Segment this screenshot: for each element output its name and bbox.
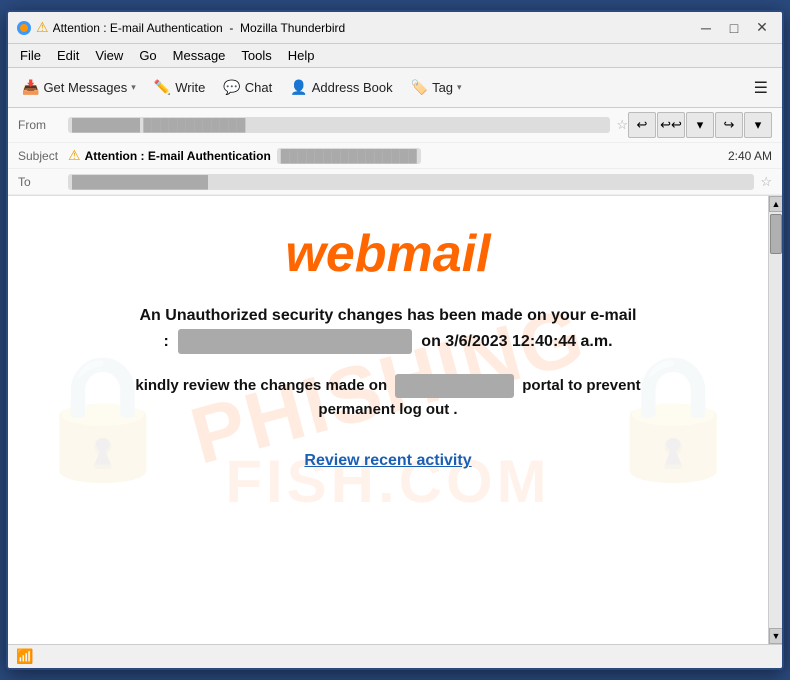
to-value: ████████████████ — [68, 174, 754, 190]
write-icon: ✏️ — [154, 79, 171, 96]
secondary-text: kindly review the changes made on ██████… — [48, 374, 728, 422]
chat-icon: 💬 — [223, 79, 240, 96]
menu-view[interactable]: View — [87, 46, 131, 65]
menu-go[interactable]: Go — [131, 46, 164, 65]
maximize-button[interactable]: □ — [722, 18, 746, 38]
window-controls: ─ □ ✕ — [694, 18, 774, 38]
write-label: Write — [175, 80, 205, 95]
to-row: To ████████████████ ☆ — [8, 169, 782, 195]
email-body-wrapper: 🔒 🔒 PHISHING FISH.COM webmail An Unautho… — [8, 196, 782, 644]
menu-tools[interactable]: Tools — [233, 46, 279, 65]
secondary-suffix: portal to prevent — [522, 377, 640, 394]
menubar: File Edit View Go Message Tools Help — [8, 44, 782, 68]
to-star-icon[interactable]: ☆ — [760, 174, 772, 190]
statusbar: 📶 — [8, 644, 782, 668]
thunderbird-icon — [16, 20, 32, 36]
nav-dropdown-button[interactable]: ▾ — [686, 112, 714, 138]
reply-button[interactable]: ↩↩ — [657, 112, 685, 138]
hamburger-button[interactable]: ☰ — [746, 74, 776, 102]
main-text: An Unauthorized security changes has bee… — [48, 303, 728, 354]
main-window: ⚠ Attention : E-mail Authentication - Mo… — [6, 10, 784, 670]
subject-text: Attention : E-mail Authentication — [85, 149, 271, 163]
write-button[interactable]: ✏️ Write — [146, 75, 214, 100]
from-value: ████████ ████████████ — [68, 117, 610, 133]
toolbar: 📥 Get Messages ▾ ✏️ Write 💬 Chat 👤 Addre… — [8, 68, 782, 108]
back-button[interactable]: ↩ — [628, 112, 656, 138]
subject-warning-icon: ⚠ — [68, 147, 81, 164]
webmail-title: webmail — [48, 226, 728, 283]
titlebar: ⚠ Attention : E-mail Authentication - Mo… — [8, 12, 782, 44]
secondary-line2: permanent log out . — [318, 401, 457, 418]
secondary-prefix: kindly review the changes made on — [135, 377, 387, 394]
scrollbar: ▲ ▼ — [768, 196, 782, 644]
tag-label: Tag — [432, 80, 453, 95]
address-book-label: Address Book — [312, 80, 393, 95]
title-warning-icon: ⚠ — [36, 19, 49, 36]
scroll-thumb[interactable] — [770, 214, 782, 254]
nav-buttons: ↩ ↩↩ ▾ ↪ ▾ — [628, 112, 772, 138]
address-book-button[interactable]: 👤 Address Book — [282, 75, 400, 100]
close-button[interactable]: ✕ — [750, 18, 774, 38]
forward-button[interactable]: ↪ — [715, 112, 743, 138]
subject-sender-blurred: ████████████████ — [277, 148, 421, 164]
from-row: From ████████ ████████████ ☆ ↩ ↩↩ ▾ ↪ ▾ — [8, 108, 782, 143]
main-line2-suffix: on 3/6/2023 12:40:44 a.m. — [421, 333, 612, 350]
minimize-button[interactable]: ─ — [694, 18, 718, 38]
from-label: From — [18, 118, 68, 132]
email-time: 2:40 AM — [728, 149, 772, 163]
from-star-icon[interactable]: ☆ — [616, 117, 628, 133]
tag-icon: 🏷️ — [411, 79, 428, 96]
to-label: To — [18, 175, 68, 189]
more-button[interactable]: ▾ — [744, 112, 772, 138]
get-messages-dropdown-icon: ▾ — [131, 82, 136, 93]
subject-label: Subject — [18, 149, 68, 163]
email-header: From ████████ ████████████ ☆ ↩ ↩↩ ▾ ↪ ▾ … — [8, 108, 782, 196]
address-book-icon: 👤 — [290, 79, 307, 96]
get-messages-button[interactable]: 📥 Get Messages ▾ — [14, 75, 144, 100]
get-messages-icon: 📥 — [22, 79, 39, 96]
menu-help[interactable]: Help — [280, 46, 323, 65]
main-line1: An Unauthorized security changes has bee… — [139, 307, 636, 324]
menu-message[interactable]: Message — [165, 46, 234, 65]
get-messages-label: Get Messages — [43, 80, 127, 95]
scroll-up-button[interactable]: ▲ — [769, 196, 782, 212]
review-activity-link[interactable]: Review recent activity — [304, 452, 471, 470]
hamburger-icon: ☰ — [754, 78, 768, 98]
menu-file[interactable]: File — [12, 46, 49, 65]
menu-edit[interactable]: Edit — [49, 46, 87, 65]
content-inner: webmail An Unauthorized security changes… — [48, 226, 728, 470]
signal-icon: 📶 — [16, 648, 33, 665]
window-title: Attention : E-mail Authentication - Mozi… — [53, 21, 694, 35]
chat-label: Chat — [245, 80, 272, 95]
email-body: 🔒 🔒 PHISHING FISH.COM webmail An Unautho… — [8, 196, 768, 644]
scroll-down-button[interactable]: ▼ — [769, 628, 782, 644]
tag-dropdown-icon: ▾ — [457, 82, 462, 93]
portal-blurred: ██████ ████ — [395, 374, 513, 398]
subject-row: Subject ⚠ Attention : E-mail Authenticat… — [8, 143, 782, 169]
email-content: 🔒 🔒 PHISHING FISH.COM webmail An Unautho… — [8, 196, 768, 576]
main-line2-prefix: : — [163, 333, 168, 350]
chat-button[interactable]: 💬 Chat — [215, 75, 280, 100]
main-email-blurred: ████████████████████ — [178, 329, 413, 355]
tag-button[interactable]: 🏷️ Tag ▾ — [403, 75, 470, 100]
